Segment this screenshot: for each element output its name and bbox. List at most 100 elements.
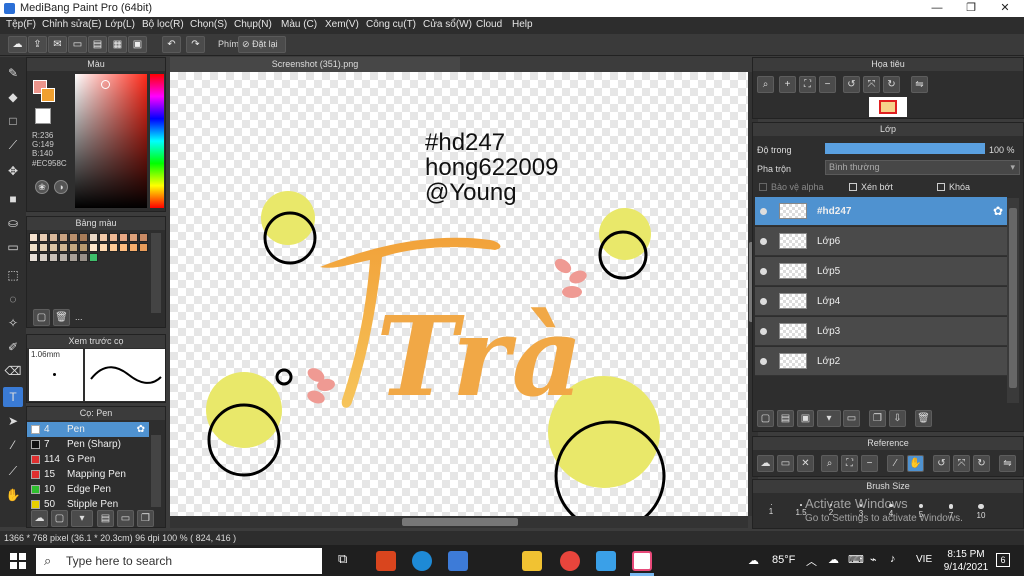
- zoom-icon[interactable]: ⌕: [757, 76, 774, 93]
- keyboard-icon[interactable]: ⌨: [848, 553, 864, 566]
- language-indicator[interactable]: VIE: [916, 554, 932, 565]
- palette-swatch[interactable]: [109, 243, 118, 252]
- menu-view[interactable]: Xem(V): [325, 19, 359, 30]
- palette-swatch[interactable]: [119, 233, 128, 242]
- palette-swatch[interactable]: [89, 233, 98, 242]
- brush-size-option[interactable]: 1: [757, 496, 785, 528]
- palette-more[interactable]: ...: [75, 312, 83, 322]
- fill-rect-tool-icon[interactable]: ■: [3, 189, 23, 209]
- palette-swatch[interactable]: [129, 233, 138, 242]
- office-app-icon[interactable]: [376, 551, 396, 571]
- menu-cloud[interactable]: Cloud: [476, 19, 502, 30]
- delete-palette-icon[interactable]: 🗑: [53, 309, 70, 326]
- saturation-field[interactable]: [75, 74, 147, 208]
- palette-swatch[interactable]: [79, 253, 88, 262]
- opacity-slider[interactable]: [825, 143, 985, 154]
- palette-swatch[interactable]: [139, 233, 148, 242]
- palette-swatch[interactable]: [99, 243, 108, 252]
- brush-list-item[interactable]: 7 Pen (Sharp): [27, 437, 149, 452]
- chrome-browser-icon[interactable]: [560, 551, 580, 571]
- layer-row[interactable]: Lớp4: [755, 287, 1007, 316]
- menu-help[interactable]: Help: [512, 19, 533, 30]
- upload-icon[interactable]: ⇪: [28, 36, 47, 53]
- bucket-tool-icon[interactable]: ⛀: [3, 213, 23, 233]
- brush-settings-gear-icon[interactable]: ✿: [137, 422, 145, 437]
- operation-tool-icon[interactable]: ➤: [3, 411, 23, 431]
- folder-icon[interactable]: ▭: [843, 410, 860, 427]
- horizontal-scroll-thumb[interactable]: [402, 518, 518, 526]
- palette-swatch[interactable]: [59, 253, 68, 262]
- navigator-thumbnail[interactable]: [869, 97, 907, 117]
- task-view-icon[interactable]: ⧉: [338, 551, 347, 567]
- duplicate-layer-icon[interactable]: ❐: [869, 410, 886, 427]
- palette-swatch[interactable]: [109, 233, 118, 242]
- brush-size-option[interactable]: 7: [937, 496, 965, 528]
- delete-layer-icon[interactable]: 🗑: [915, 410, 932, 427]
- close-ref-icon[interactable]: ✕: [797, 455, 814, 472]
- hand-ref-icon[interactable]: ✋: [907, 455, 924, 472]
- redo-button[interactable]: ↷: [186, 36, 205, 53]
- palette-swatch[interactable]: [29, 233, 38, 242]
- copy-layer-icon[interactable]: ▣: [797, 410, 814, 427]
- dot-tool-icon[interactable]: ⟋: [3, 135, 23, 155]
- brush-list-item[interactable]: 10 Edge Pen: [27, 482, 149, 497]
- transparent-color-swatch[interactable]: [35, 108, 51, 124]
- brush-list-item[interactable]: 4 Pen ✿: [27, 422, 149, 437]
- close-button[interactable]: ✕: [988, 0, 1022, 17]
- palette-swatch[interactable]: [119, 243, 128, 252]
- rotate-right-ref-icon[interactable]: ↻: [973, 455, 990, 472]
- duplicate-brush-icon[interactable]: ❐: [137, 510, 154, 527]
- fit-ref-icon[interactable]: ⛶: [841, 455, 858, 472]
- palette-swatch[interactable]: [89, 243, 98, 252]
- taskbar-clock[interactable]: 8:15 PM 9/14/2021: [942, 548, 990, 574]
- weather-temp[interactable]: 85°F: [772, 554, 795, 566]
- palette-swatch[interactable]: [129, 243, 138, 252]
- brush-size-option[interactable]: 5: [907, 496, 935, 528]
- brush-settings-icon[interactable]: ▤: [97, 510, 114, 527]
- flip-ref-icon[interactable]: ⇋: [999, 455, 1016, 472]
- fit-window-icon[interactable]: ⤧: [863, 76, 880, 93]
- rectangle-tool-icon[interactable]: □: [3, 111, 23, 131]
- palette-swatch[interactable]: [29, 243, 38, 252]
- layer-row[interactable]: Lớp2: [755, 347, 1007, 376]
- eyedropper-tool-icon[interactable]: ⁄: [3, 435, 23, 455]
- document-tab[interactable]: Screenshot (351).png: [170, 57, 460, 72]
- palette-scrollbar[interactable]: [151, 233, 161, 313]
- fit-window-ref-icon[interactable]: ⤧: [953, 455, 970, 472]
- brush-list-item[interactable]: 50 Stipple Pen: [27, 497, 149, 512]
- grid-icon[interactable]: ▦: [108, 36, 127, 53]
- palette-grid[interactable]: [29, 233, 151, 305]
- palette-swatch[interactable]: [49, 243, 58, 252]
- visibility-eye-icon[interactable]: [760, 328, 767, 335]
- brush-folder-icon[interactable]: ▭: [117, 510, 134, 527]
- lasso-tool-icon[interactable]: ◌: [3, 289, 23, 309]
- zoom-out-ref-icon[interactable]: −: [861, 455, 878, 472]
- menu-filter[interactable]: Bộ lọc(R): [142, 19, 184, 30]
- layer-row[interactable]: Lớp5: [755, 257, 1007, 286]
- palette-swatch[interactable]: [39, 243, 48, 252]
- cloud-ref-icon[interactable]: ☁: [757, 455, 774, 472]
- color-wheel-icon[interactable]: ◑: [54, 180, 68, 194]
- brush-size-option[interactable]: 10: [967, 496, 995, 528]
- rotate-left-icon[interactable]: ↺: [843, 76, 860, 93]
- rotate-left-ref-icon[interactable]: ↺: [933, 455, 950, 472]
- palette-swatch[interactable]: [49, 253, 58, 262]
- zoom-ref-icon[interactable]: ⌕: [821, 455, 838, 472]
- visibility-eye-icon[interactable]: [760, 238, 767, 245]
- undo-button[interactable]: ↶: [162, 36, 181, 53]
- layer-scrollbar[interactable]: [1007, 198, 1019, 403]
- palette-swatch[interactable]: [49, 233, 58, 242]
- onedrive-icon[interactable]: ☁: [828, 553, 839, 566]
- windows-start-icon[interactable]: [10, 553, 26, 569]
- brush-list-item[interactable]: 15 Mapping Pen: [27, 467, 149, 482]
- layer-settings-gear-icon[interactable]: ✿: [993, 204, 1003, 218]
- menu-edit[interactable]: Chỉnh sửa(E): [42, 19, 102, 30]
- medibang-app-icon[interactable]: [632, 551, 652, 571]
- palette-swatch[interactable]: [39, 253, 48, 262]
- hue-slider[interactable]: [150, 74, 164, 208]
- palette-swatch[interactable]: [69, 233, 78, 242]
- magic-wand-tool-icon[interactable]: ✧: [3, 313, 23, 333]
- zoom-in-icon[interactable]: +: [779, 76, 796, 93]
- divide-tool-icon[interactable]: ⟋: [3, 461, 23, 481]
- add-brush-icon[interactable]: ▾: [71, 510, 93, 527]
